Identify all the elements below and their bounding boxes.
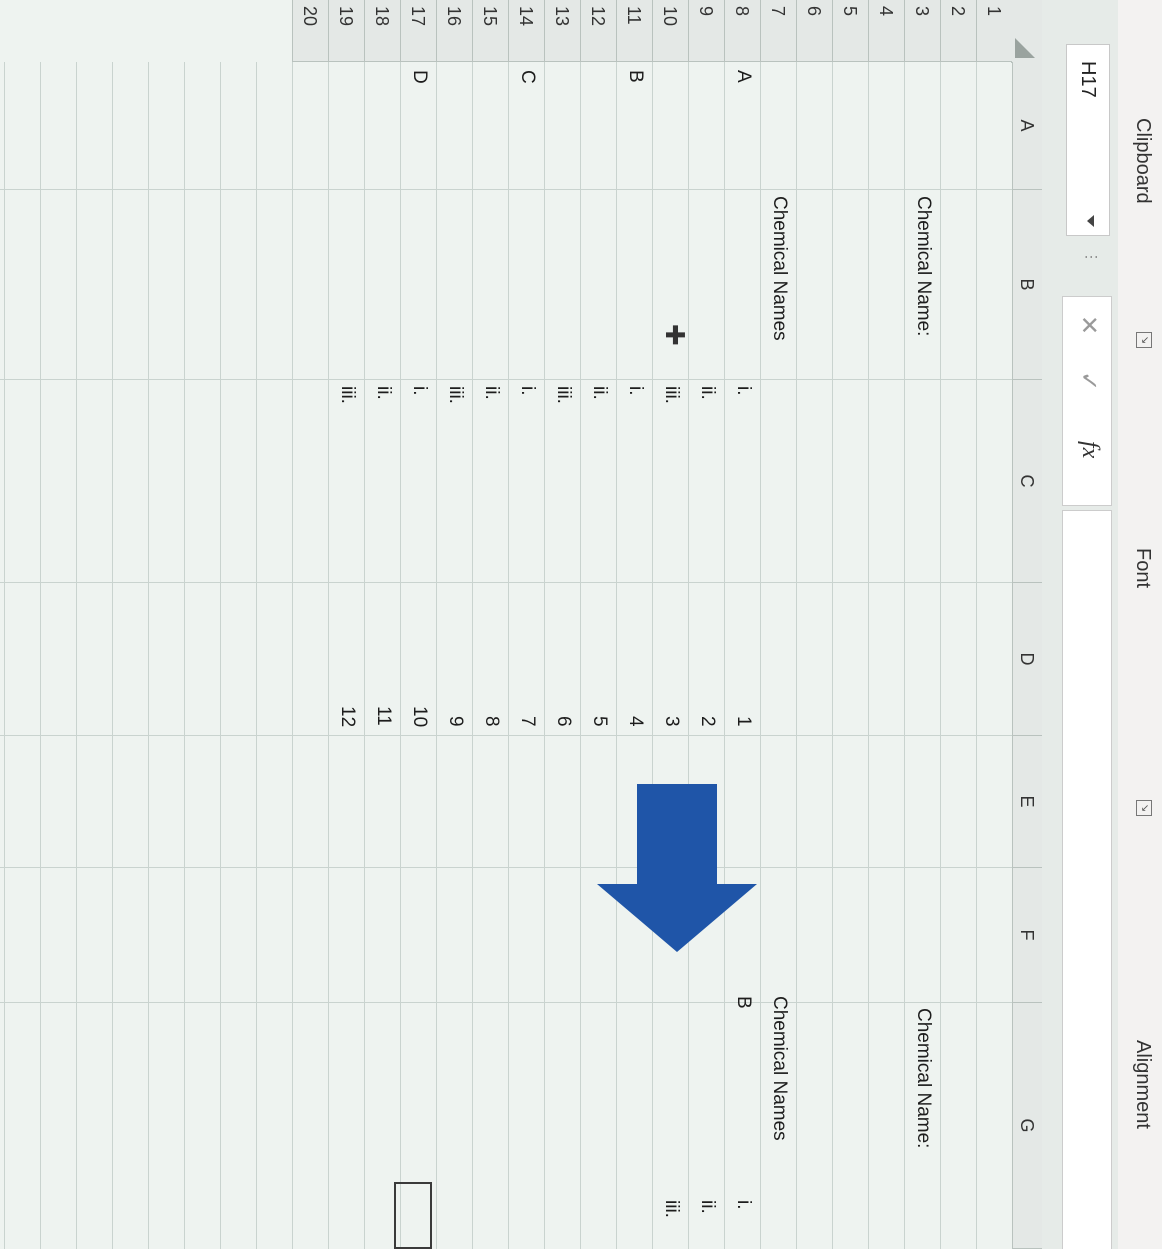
column-header-g[interactable]: G	[1012, 1003, 1042, 1249]
cell-d14[interactable]: 7	[516, 716, 538, 727]
cell-a17[interactable]: D	[408, 70, 430, 84]
row-header-14[interactable]: 14	[508, 0, 544, 62]
formula-bar: H17 ⋮ ✕ ✓ fx	[1042, 0, 1118, 1249]
ribbon-group-alignment[interactable]: Alignment	[1131, 1040, 1154, 1129]
arrow-right-shape[interactable]	[597, 784, 757, 952]
row-header-1[interactable]: 1	[976, 0, 1012, 62]
column-header-d[interactable]: D	[1012, 583, 1042, 736]
cell-b7[interactable]: Chemical Names	[768, 196, 790, 341]
cell-d9[interactable]: 2	[696, 716, 718, 727]
row-header-9[interactable]: 9	[688, 0, 724, 62]
name-box-value: H17	[1077, 61, 1099, 98]
column-header-f[interactable]: F	[1012, 868, 1042, 1003]
row-header-7[interactable]: 7	[760, 0, 796, 62]
formula-input[interactable]	[1062, 510, 1112, 1249]
row-header-3[interactable]: 3	[904, 0, 940, 62]
row-header-19[interactable]: 19	[328, 0, 364, 62]
cell-g3[interactable]: Chemical Name:	[912, 1008, 934, 1148]
cell-g7[interactable]: Chemical Names	[768, 996, 790, 1141]
clipboard-launcher-icon[interactable]: ↘	[1136, 332, 1152, 348]
cell-c14[interactable]: i.	[516, 386, 538, 396]
row-header-8[interactable]: 8	[724, 0, 760, 62]
row-header-18[interactable]: 18	[364, 0, 400, 62]
ribbon: Clipboard ↘ Font ↘ Alignment	[1118, 0, 1162, 1249]
arrow-polygon	[597, 784, 757, 952]
cell-area[interactable]	[0, 62, 1012, 1249]
cell-c12[interactable]: ii.	[588, 386, 610, 400]
ribbon-group-clipboard[interactable]: Clipboard	[1131, 118, 1154, 204]
row-header-6[interactable]: 6	[796, 0, 832, 62]
excel-window: Clipboard ↘ Font ↘ Alignment H17 ⋮ ✕ ✓ f…	[0, 0, 1162, 1249]
close-icon[interactable]: ✕	[1074, 315, 1103, 335]
cell-a11[interactable]: B	[624, 70, 646, 83]
cell-a14[interactable]: C	[516, 70, 538, 84]
row-header-5[interactable]: 5	[832, 0, 868, 62]
name-box[interactable]: H17	[1066, 44, 1110, 236]
chevron-down-icon[interactable]	[1087, 215, 1094, 227]
cell-c16[interactable]: iii.	[444, 386, 466, 404]
cell-g8[interactable]: B	[732, 996, 754, 1009]
column-header-c[interactable]: C	[1012, 380, 1042, 583]
column-header-e[interactable]: E	[1012, 736, 1042, 868]
cell-c19[interactable]: iii.	[336, 386, 358, 404]
column-header-b[interactable]: B	[1012, 190, 1042, 380]
row-header-20[interactable]: 20	[292, 0, 328, 62]
cell-d10[interactable]: 3	[660, 716, 682, 727]
font-launcher-icon[interactable]: ↘	[1136, 800, 1152, 816]
cell-d12[interactable]: 5	[588, 716, 610, 727]
fx-button[interactable]: fx	[1076, 441, 1103, 458]
cell-d18[interactable]: 11	[372, 706, 394, 726]
row-header-11[interactable]: 11	[616, 0, 652, 62]
row-header-12[interactable]: 12	[580, 0, 616, 62]
cell-h10[interactable]: iii.	[660, 1200, 682, 1218]
cell-c8[interactable]: i.	[732, 386, 754, 396]
cell-a8[interactable]: A	[732, 70, 754, 83]
cell-c9[interactable]: ii.	[696, 386, 718, 400]
row-header-2[interactable]: 2	[940, 0, 976, 62]
selected-cell-h17[interactable]	[394, 1182, 432, 1249]
cell-c17[interactable]: i.	[408, 386, 430, 396]
formula-buttons: ✕ ✓ fx	[1062, 296, 1112, 506]
cell-d13[interactable]: 6	[552, 716, 574, 727]
cell-h9[interactable]: ii.	[696, 1200, 718, 1214]
select-all-button[interactable]	[1011, 0, 1042, 63]
cell-d16[interactable]: 9	[444, 716, 466, 727]
drag-handle-icon[interactable]: ⋮	[1083, 250, 1100, 266]
row-header-17[interactable]: 17	[400, 0, 436, 62]
row-header-15[interactable]: 15	[472, 0, 508, 62]
row-header-16[interactable]: 16	[436, 0, 472, 62]
cell-c11[interactable]: i.	[624, 386, 646, 396]
column-header-a[interactable]: A	[1012, 62, 1042, 190]
cell-c18[interactable]: ii.	[372, 386, 394, 400]
cell-d11[interactable]: 4	[624, 716, 646, 727]
cell-cursor-icon: ✚	[660, 324, 690, 346]
row-header-13[interactable]: 13	[544, 0, 580, 62]
cell-c13[interactable]: iii.	[552, 386, 574, 404]
row-header-10[interactable]: 10	[652, 0, 688, 62]
row-header-4[interactable]: 4	[868, 0, 904, 62]
cell-c15[interactable]: ii.	[480, 386, 502, 400]
cell-c10[interactable]: iii.	[660, 386, 682, 404]
cell-d19[interactable]: 12	[336, 706, 358, 727]
check-icon[interactable]: ✓	[1074, 371, 1103, 391]
cell-d15[interactable]: 8	[480, 716, 502, 727]
cell-d8[interactable]: 1	[732, 716, 754, 727]
ribbon-group-font[interactable]: Font	[1131, 548, 1154, 588]
cell-d17[interactable]: 10	[408, 706, 430, 727]
cell-b3[interactable]: Chemical Name:	[912, 196, 934, 336]
cell-h8[interactable]: i.	[732, 1200, 754, 1210]
